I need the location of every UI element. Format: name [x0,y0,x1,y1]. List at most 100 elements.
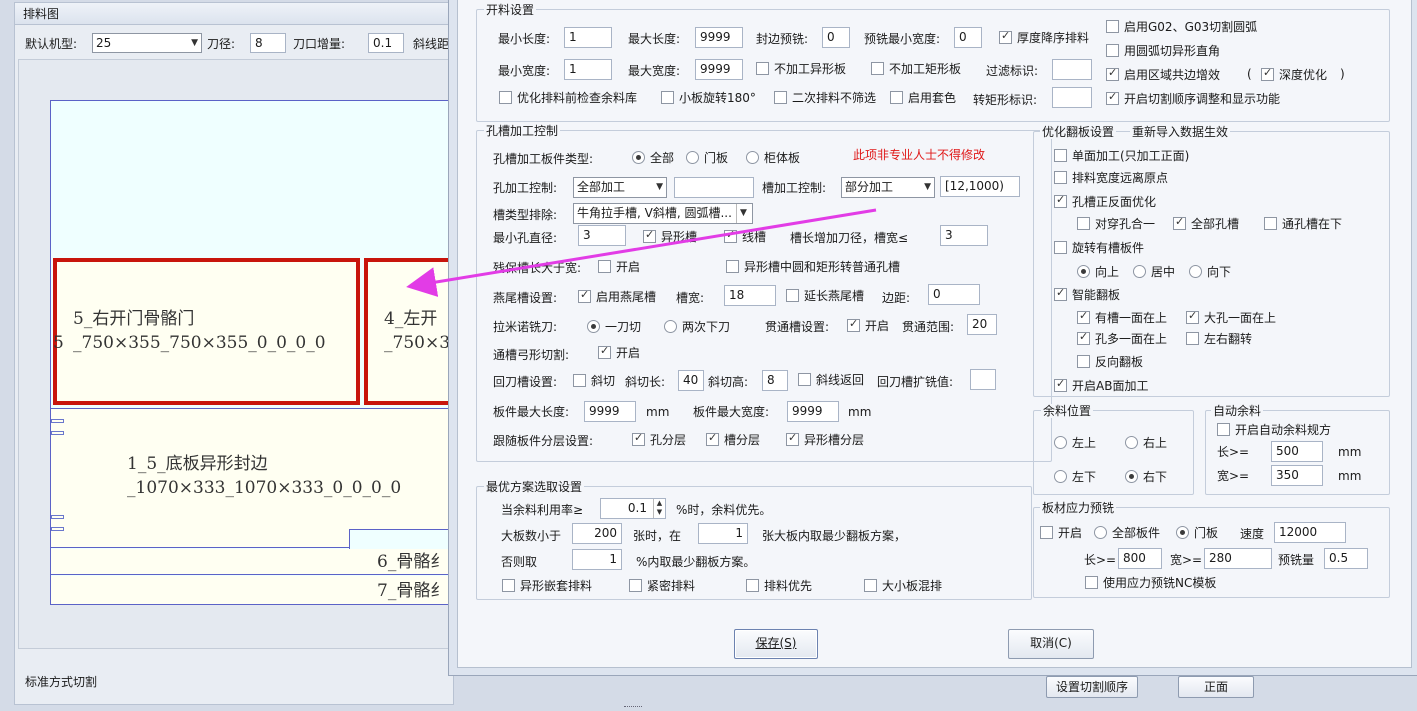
arc-cut-checkbox[interactable] [598,344,611,359]
big-hole-up-checkbox[interactable] [1186,309,1199,324]
through-down-checkbox[interactable] [1264,217,1277,230]
all-hole-checkbox[interactable] [1173,215,1186,230]
back-h-input[interactable]: 8 [762,370,788,391]
gap-input[interactable]: 0.1 [368,33,404,53]
dovetail-checkbox[interactable] [578,288,591,303]
rect-mark-input[interactable] [1052,87,1092,108]
g02-checkbox[interactable] [1106,20,1119,33]
stress-len-input[interactable]: 800 [1118,548,1162,569]
min-len-input[interactable]: 1 [564,27,612,48]
count-input-2[interactable]: 1 [698,523,748,544]
dovetail-w-input[interactable]: 18 [724,285,776,306]
piece-7[interactable]: 7_骨骼纟 [51,576,451,604]
pre-min-w-input[interactable]: 0 [954,27,982,48]
lamino-two-radio[interactable] [664,320,677,333]
piece-1[interactable]: 1_5_底板异形封边 _1070×333_1070×333_0_0_0_0 [51,408,451,549]
save-button[interactable]: 保存(S) [734,629,818,659]
stress-all-radio[interactable] [1094,526,1107,539]
count-input[interactable]: 200 [572,523,622,544]
depth-checkbox[interactable] [1261,66,1274,81]
layer-irregular-checkbox[interactable] [786,431,799,446]
no-rect-checkbox[interactable] [871,62,884,75]
back-oblique-checkbox[interactable] [573,374,586,387]
stress-speed-input[interactable]: 12000 [1274,522,1346,543]
reverse-checkbox[interactable] [1077,355,1090,368]
type-all-radio[interactable] [632,151,645,164]
no-irregular-checkbox[interactable] [756,62,769,75]
scroll-grip[interactable] [624,706,642,709]
more-hole-up-checkbox[interactable] [1077,330,1090,345]
slot-len-input[interactable]: 3 [940,225,988,246]
lr-flip-checkbox[interactable] [1186,332,1199,345]
far-origin-checkbox[interactable] [1054,171,1067,184]
layer-slot-checkbox[interactable] [706,431,719,446]
else-input[interactable]: 1 [572,549,622,570]
stress-w-input[interactable]: 280 [1204,548,1272,569]
layer-hole-checkbox[interactable] [632,431,645,446]
through-checkbox[interactable] [847,317,860,332]
opt-tight-checkbox[interactable] [629,579,642,592]
check-remnant-checkbox[interactable] [499,91,512,104]
arc-checkbox[interactable] [1106,44,1119,57]
opt-mix-checkbox[interactable] [864,579,877,592]
cancel-button[interactable]: 取消(C) [1008,629,1094,659]
ab-checkbox[interactable] [1054,377,1067,392]
dovetail-ext-checkbox[interactable] [786,289,799,302]
hole-extra-input[interactable] [674,177,754,198]
through-hole-checkbox[interactable] [1077,217,1090,230]
ar-w-input[interactable]: 350 [1271,465,1323,486]
rt-radio[interactable] [1125,436,1138,449]
mid-radio[interactable] [1133,265,1146,278]
auto-remnant-checkbox[interactable] [1217,423,1230,436]
lt-radio[interactable] [1054,436,1067,449]
smart-checkbox[interactable] [1054,286,1067,301]
lb-radio[interactable] [1054,470,1067,483]
type-door-radio[interactable] [686,151,699,164]
stress-nc-checkbox[interactable] [1085,576,1098,589]
irregular-round-checkbox[interactable] [726,260,739,273]
single-checkbox[interactable] [1054,149,1067,162]
line-slot-checkbox[interactable] [724,228,737,243]
irregular-slot-checkbox[interactable] [643,228,656,243]
through-range-input[interactable]: 20 [967,314,997,335]
rb-radio[interactable] [1125,470,1138,483]
board-sheet[interactable]: 5_右开门骨骼门 _750×355_750×355_0_0_0_0 4_左开 _… [50,100,454,605]
dovetail-margin-input[interactable]: 0 [928,284,980,305]
piece-4[interactable]: 4_左开 _750×3 [364,258,454,405]
board-max-len-input[interactable]: 9999 [584,401,636,422]
min-w-input[interactable]: 1 [564,59,612,80]
edge-mill-input[interactable]: 0 [822,27,850,48]
hole-slot-checkbox[interactable] [1054,193,1067,208]
down-radio[interactable] [1189,265,1202,278]
opt-nest-checkbox[interactable] [502,579,515,592]
machine-select[interactable]: 25 ▼ [92,33,202,53]
board-max-w-input[interactable]: 9999 [787,401,839,422]
lamino-one-radio[interactable] [587,320,600,333]
second-checkbox[interactable] [774,91,787,104]
rotate-slot-checkbox[interactable] [1054,241,1067,254]
max-len-input[interactable]: 9999 [695,27,743,48]
up-radio[interactable] [1077,265,1090,278]
max-w-input[interactable]: 9999 [695,59,743,80]
back-len-input[interactable]: 40 [678,370,704,391]
rotate-checkbox[interactable] [661,91,674,104]
order-checkbox[interactable] [1106,90,1119,105]
piece-6[interactable]: 6_骨骼纟 [51,549,451,575]
blade-input[interactable]: 8 [250,33,286,53]
hole-ctrl-select[interactable]: 全部加工 ▼ [573,177,667,198]
thick-desc-checkbox[interactable] [999,29,1012,44]
stress-door-radio[interactable] [1176,526,1189,539]
order-button[interactable]: 设置切割顺序 [1046,676,1138,698]
slot-ctrl-select[interactable]: 部分加工 ▼ [841,177,935,198]
front-button[interactable]: 正面 [1178,676,1254,698]
area-checkbox[interactable] [1106,66,1119,81]
spinner-arrows-icon[interactable]: ▲ ▼ [653,499,665,518]
back-expand-input[interactable] [970,369,996,390]
min-hole-input[interactable]: 3 [578,225,626,246]
opt-first-checkbox[interactable] [746,579,759,592]
slot-exclude-select[interactable]: 牛角拉手槽, V斜槽, 圆弧槽... ▼ [573,203,753,224]
nest-checkbox[interactable] [890,91,903,104]
back-line-checkbox[interactable] [798,373,811,386]
type-cabinet-radio[interactable] [746,151,759,164]
ar-len-input[interactable]: 500 [1271,441,1323,462]
